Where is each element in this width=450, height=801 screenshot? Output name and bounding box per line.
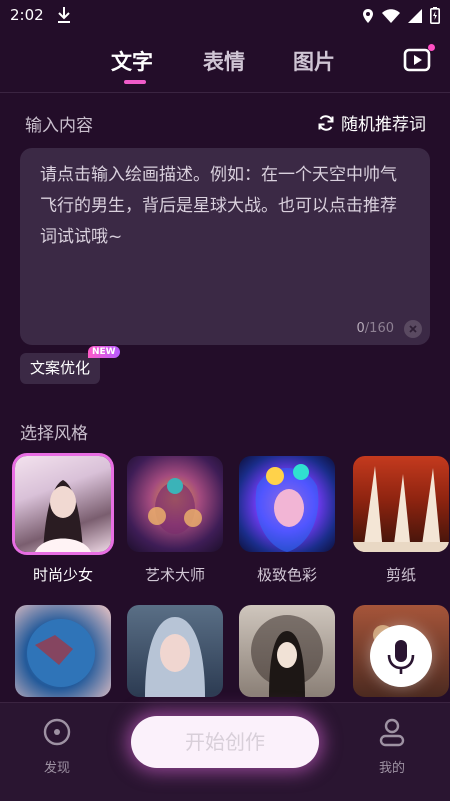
status-bar: 2:02 — [0, 0, 450, 32]
location-icon — [363, 8, 373, 23]
tab-bar: 文字 表情 图片 — [0, 42, 450, 82]
style-card-planet[interactable] — [15, 605, 111, 697]
input-label: 输入内容 — [25, 116, 93, 136]
voice-input-button[interactable] — [370, 625, 432, 687]
style-section-label: 选择风格 — [20, 424, 88, 444]
random-suggestion-label: 随机推荐词 — [341, 115, 426, 135]
active-tab-indicator — [124, 80, 146, 84]
video-button[interactable] — [402, 44, 435, 75]
style-card-paper-cut[interactable] — [353, 456, 449, 552]
style-card-vivid-color[interactable] — [239, 456, 335, 552]
header-divider — [0, 92, 450, 93]
vivid-color-thumbnail — [255, 464, 319, 552]
style-card-art-master[interactable] — [127, 456, 223, 552]
character-counter: 0/160 — [356, 321, 394, 336]
profile-icon — [379, 718, 405, 747]
style-card-fashion-girl[interactable] — [15, 456, 111, 552]
prompt-textarea[interactable]: 请点击输入绘画描述。例如：在一个天空中帅气飞行的男生，背后是星球大战。也可以点击… — [20, 148, 430, 345]
notification-dot — [428, 44, 435, 51]
clear-icon[interactable] — [404, 320, 422, 338]
planet-thumbnail — [27, 619, 95, 687]
nav-mine-label: 我的 — [378, 761, 405, 776]
new-badge: NEW — [88, 346, 120, 358]
wifi-icon — [382, 8, 400, 23]
style-name-fashion-girl: 时尚少女 — [32, 566, 93, 584]
nav-mine[interactable]: 我的 — [362, 717, 422, 776]
tab-emoji[interactable]: 表情 — [203, 46, 245, 76]
tab-text[interactable]: 文字 — [111, 46, 153, 76]
signal-icon — [408, 8, 422, 23]
sketch-thumbnail — [251, 615, 323, 697]
prompt-placeholder: 请点击输入绘画描述。例如：在一个天空中帅气飞行的男生，背后是星球大战。也可以点击… — [40, 165, 397, 247]
refresh-icon — [318, 114, 334, 131]
tab-image[interactable]: 图片 — [293, 46, 335, 76]
style-name-art-master: 艺术大师 — [144, 566, 205, 584]
nav-discover[interactable]: 发现 — [27, 717, 87, 776]
nav-discover-label: 发现 — [43, 761, 70, 776]
style-card-sketch[interactable] — [239, 605, 335, 697]
download-icon — [58, 7, 70, 23]
art-master-thumbnail — [148, 478, 202, 534]
microphone-icon — [387, 640, 415, 674]
status-time: 2:02 — [10, 6, 44, 24]
random-suggestion-button[interactable]: 随机推荐词 — [317, 110, 426, 135]
style-card-portrait[interactable] — [127, 605, 223, 697]
portrait-thumbnail — [145, 617, 205, 697]
play-video-icon — [403, 48, 431, 72]
start-creation-button[interactable]: 开始创作 — [131, 716, 319, 768]
paper-cut-thumbnail — [353, 466, 449, 552]
discover-icon — [43, 718, 71, 746]
style-name-paper-cut: 剪纸 — [385, 566, 416, 584]
style-name-vivid-color: 极致色彩 — [256, 566, 317, 584]
fashion-girl-thumbnail — [35, 480, 91, 552]
battery-icon — [430, 7, 440, 24]
